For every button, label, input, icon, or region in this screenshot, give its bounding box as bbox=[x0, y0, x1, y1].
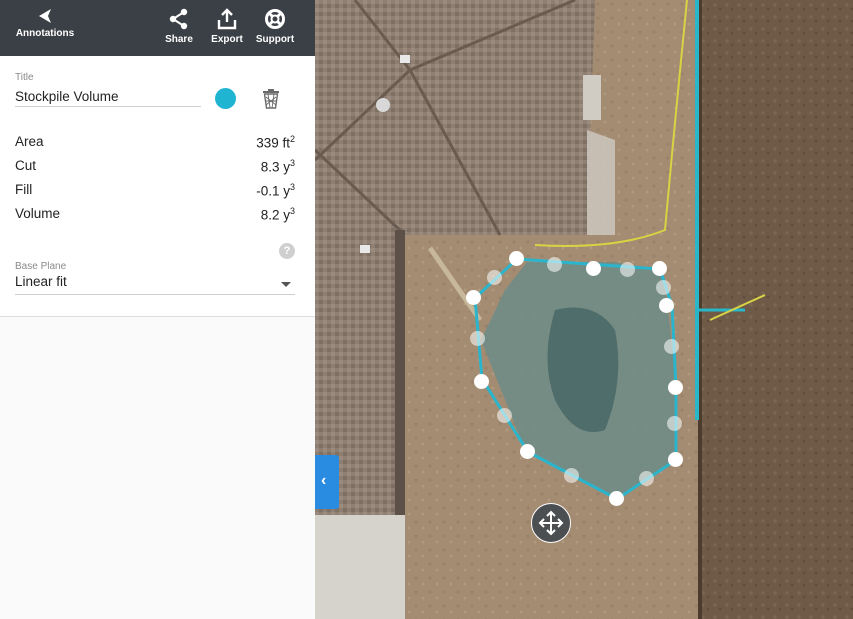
cut-value: 8.3 y3 bbox=[261, 158, 295, 175]
support-label: Support bbox=[255, 34, 295, 45]
chevron-left-icon: ‹ bbox=[321, 472, 327, 489]
map-view[interactable] bbox=[315, 0, 853, 619]
volume-value: 8.2 y3 bbox=[261, 206, 295, 223]
area-unit-exponent: 2 bbox=[289, 134, 295, 144]
move-icon bbox=[538, 510, 564, 536]
volume-number: 8.2 y bbox=[260, 207, 290, 223]
annotations-back-button[interactable]: Annotations bbox=[14, 8, 76, 39]
annotations-label: Annotations bbox=[15, 28, 75, 39]
share-button[interactable]: Share bbox=[160, 8, 198, 45]
collapse-panel-button[interactable]: ‹ bbox=[315, 455, 339, 509]
fill-value: -0.1 y3 bbox=[256, 182, 295, 199]
area-number: 339 ft bbox=[256, 135, 290, 151]
color-picker-button[interactable] bbox=[215, 88, 236, 109]
back-arrow-icon bbox=[39, 9, 51, 23]
export-label: Export bbox=[211, 34, 243, 45]
polygon-midpoint[interactable] bbox=[497, 408, 512, 423]
polygon-vertex[interactable] bbox=[509, 251, 524, 266]
title-input[interactable] bbox=[15, 86, 201, 107]
chevron-down-icon bbox=[281, 282, 291, 287]
polygon-vertex[interactable] bbox=[652, 261, 667, 276]
polygon-vertex[interactable] bbox=[466, 290, 481, 305]
support-button[interactable]: Support bbox=[253, 8, 297, 45]
move-annotation-button[interactable] bbox=[531, 503, 571, 543]
fill-row: Fill -0.1 y3 bbox=[15, 182, 295, 202]
cut-label: Cut bbox=[15, 158, 37, 173]
volume-label: Volume bbox=[15, 206, 61, 221]
cut-number: 8.3 y bbox=[260, 159, 290, 175]
area-label: Area bbox=[15, 134, 44, 149]
cut-row: Cut 8.3 y3 bbox=[15, 158, 295, 178]
polygon-vertex[interactable] bbox=[668, 380, 683, 395]
polygon-vertex[interactable] bbox=[659, 298, 674, 313]
volume-unit-exponent: 3 bbox=[289, 206, 295, 216]
share-icon bbox=[169, 8, 188, 30]
area-value: 339 ft2 bbox=[256, 134, 295, 151]
polygon-vertex[interactable] bbox=[668, 452, 683, 467]
area-row: Area 339 ft2 bbox=[15, 134, 295, 154]
annotation-panel: Annotations Share Export Support Title S… bbox=[0, 0, 315, 619]
panel-toolbar: Annotations Share Export Support bbox=[0, 0, 315, 56]
export-icon bbox=[217, 8, 237, 30]
polygon-midpoint[interactable] bbox=[667, 416, 682, 431]
title-label: Title bbox=[15, 72, 34, 83]
fill-label: Fill bbox=[15, 182, 33, 197]
volume-row: Volume 8.2 y3 bbox=[15, 206, 295, 226]
lifebuoy-icon bbox=[265, 9, 285, 29]
fill-unit-exponent: 3 bbox=[289, 182, 295, 192]
polygon-vertex[interactable] bbox=[586, 261, 601, 276]
polygon-vertex[interactable] bbox=[474, 374, 489, 389]
polygon-midpoint[interactable] bbox=[620, 262, 635, 277]
polygon-vertex[interactable] bbox=[520, 444, 535, 459]
polygon-midpoint[interactable] bbox=[470, 331, 485, 346]
polygon-midpoint[interactable] bbox=[547, 257, 562, 272]
polygon-midpoint[interactable] bbox=[487, 270, 502, 285]
cut-unit-exponent: 3 bbox=[289, 158, 295, 168]
share-label: Share bbox=[165, 34, 193, 45]
base-plane-value: Linear fit bbox=[15, 274, 67, 289]
export-button[interactable]: Export bbox=[206, 8, 248, 45]
delete-button[interactable] bbox=[262, 89, 280, 114]
polygon-midpoint[interactable] bbox=[639, 471, 654, 486]
polygon-midpoint[interactable] bbox=[656, 280, 671, 295]
polygon-midpoint[interactable] bbox=[664, 339, 679, 354]
polygon-midpoint[interactable] bbox=[564, 468, 579, 483]
aerial-imagery bbox=[315, 0, 853, 619]
polygon-vertex[interactable] bbox=[609, 491, 624, 506]
trash-icon bbox=[263, 89, 279, 109]
base-plane-select[interactable]: Linear fit bbox=[15, 274, 295, 295]
base-plane-label: Base Plane bbox=[15, 261, 67, 272]
help-icon[interactable]: ? bbox=[279, 243, 295, 259]
fill-number: -0.1 y bbox=[256, 183, 290, 199]
annotation-details: Title Area 339 ft2 Cut 8.3 y3 Fill -0.1 … bbox=[0, 56, 315, 317]
